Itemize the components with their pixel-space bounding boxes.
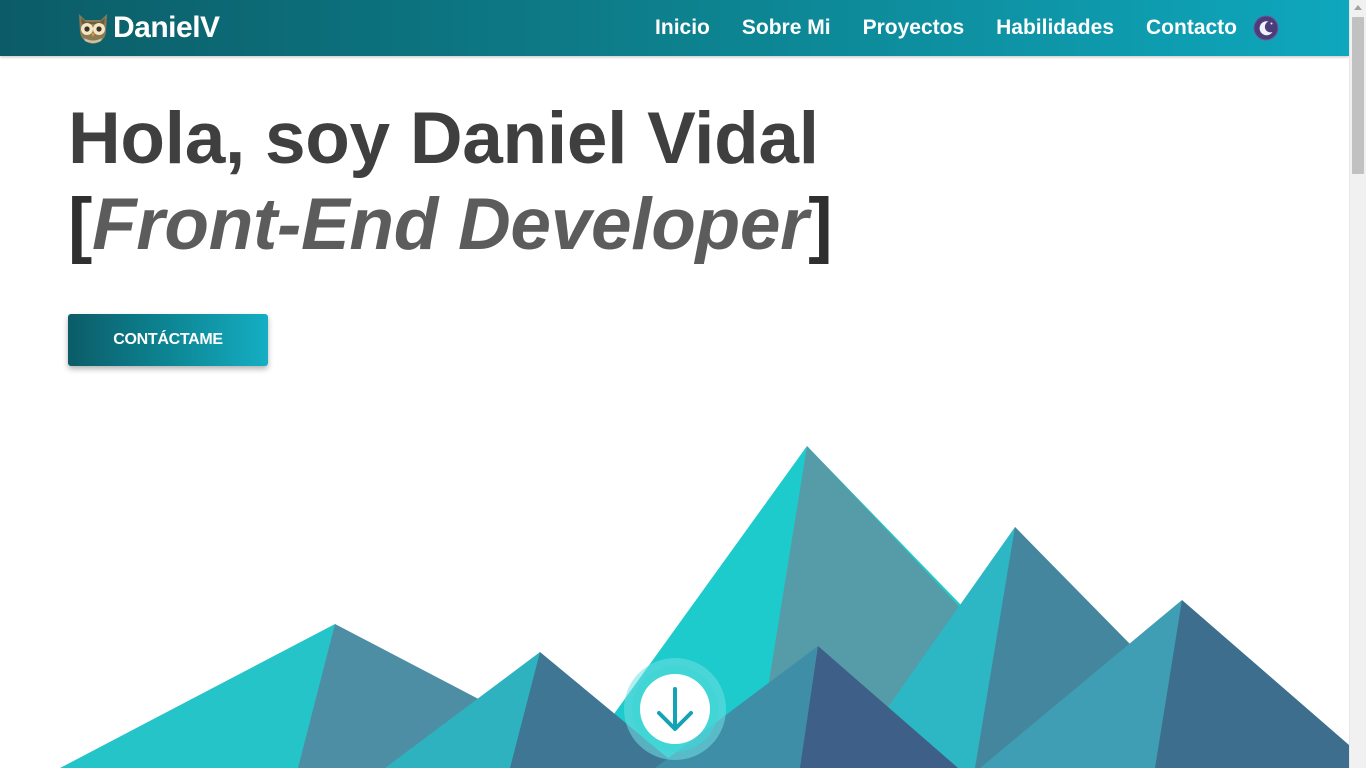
scroll-up-arrow-icon[interactable] bbox=[1354, 5, 1362, 10]
theme-toggle-button[interactable] bbox=[1253, 15, 1279, 41]
mountain-far-right-shade bbox=[1155, 600, 1349, 768]
landing-page: DanielV Inicio Sobre Mi Proyectos Habili… bbox=[0, 0, 1349, 768]
brand-link[interactable]: DanielV bbox=[75, 9, 220, 47]
role-bracket-open: [ bbox=[68, 184, 93, 265]
navbar: DanielV Inicio Sobre Mi Proyectos Habili… bbox=[0, 0, 1349, 56]
role-bracket-close: ] bbox=[808, 184, 833, 265]
nav-item-habilidades[interactable]: Habilidades bbox=[996, 16, 1114, 40]
hero-greeting: Hola, soy Daniel Vidal bbox=[68, 98, 819, 179]
page: DanielV Inicio Sobre Mi Proyectos Habili… bbox=[0, 0, 1366, 768]
hero-role: Front-End Developer bbox=[92, 184, 809, 265]
nav-item-contacto[interactable]: Contacto bbox=[1146, 16, 1237, 40]
scroll-down-button[interactable] bbox=[624, 658, 726, 760]
nav-item-proyectos[interactable]: Proyectos bbox=[863, 16, 965, 40]
owl-logo-icon bbox=[79, 14, 107, 44]
vertical-scrollbar[interactable] bbox=[1349, 0, 1366, 768]
arrow-down-icon bbox=[624, 658, 726, 760]
moon-icon bbox=[1253, 15, 1279, 41]
nav-item-inicio[interactable]: Inicio bbox=[655, 16, 710, 40]
scrollbar-thumb[interactable] bbox=[1352, 17, 1364, 174]
main-nav: Inicio Sobre Mi Proyectos Habilidades Co… bbox=[655, 0, 1279, 56]
nav-item-sobre-mi[interactable]: Sobre Mi bbox=[742, 16, 831, 40]
hero-title: Hola, soy Daniel Vidal [Front-End Develo… bbox=[68, 96, 833, 268]
contact-me-button[interactable]: CONTÁCTAME bbox=[68, 314, 268, 366]
brand-name: DanielV bbox=[113, 11, 220, 44]
hero-role-line: [Front-End Developer] bbox=[68, 182, 833, 268]
